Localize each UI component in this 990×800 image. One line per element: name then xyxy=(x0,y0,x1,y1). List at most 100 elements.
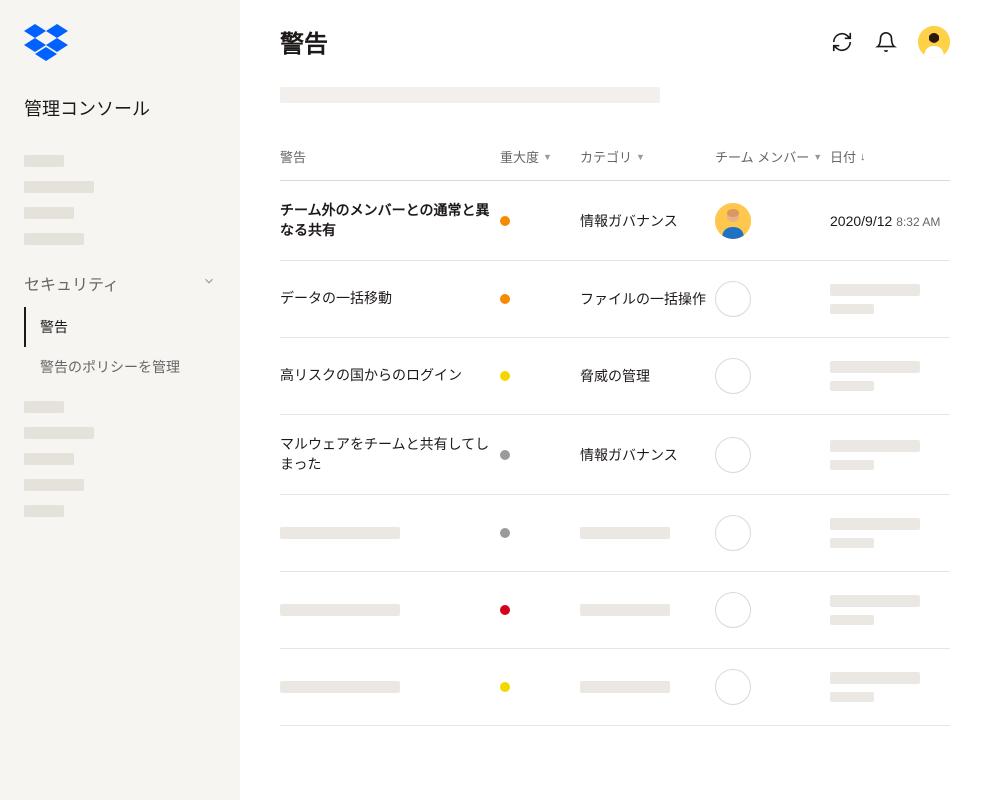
placeholder-block xyxy=(830,361,920,391)
placeholder-block xyxy=(830,518,920,548)
table-row[interactable] xyxy=(280,495,950,572)
sidebar: 管理コンソール セキュリティ 警告 警告のポリシーを管理 xyxy=(0,0,240,800)
member-avatar-empty xyxy=(715,592,751,628)
placeholder xyxy=(830,692,874,702)
main-content: 警告 xyxy=(240,0,990,800)
date-cell xyxy=(830,361,950,391)
sidebar-placeholder xyxy=(24,453,74,465)
column-header-member[interactable]: チーム メンバー ▼ xyxy=(715,147,830,166)
column-label: 重大度 xyxy=(500,147,539,166)
severity-dot-red xyxy=(500,605,510,615)
category-cell: ファイルの一括操作 xyxy=(580,289,715,309)
sidebar-placeholder xyxy=(24,427,94,439)
alert-cell: マルウェアをチームと共有してしまった xyxy=(280,435,500,474)
alert-cell xyxy=(280,681,500,693)
category-cell: 情報ガバナンス xyxy=(580,211,715,231)
member-cell xyxy=(715,437,830,473)
caret-down-icon: ▼ xyxy=(636,152,645,162)
sidebar-placeholder xyxy=(24,207,74,219)
alert-cell xyxy=(280,604,500,616)
category-cell xyxy=(580,527,715,539)
member-cell xyxy=(715,203,830,239)
member-avatar-empty xyxy=(715,669,751,705)
alert-cell xyxy=(280,527,500,539)
severity-dot-orange xyxy=(500,294,510,304)
placeholder xyxy=(830,538,874,548)
column-label: チーム メンバー xyxy=(715,147,809,166)
table-row[interactable]: チーム外のメンバーとの通常と異なる共有 情報ガバナンス 2020/9/128:32 … xyxy=(280,181,950,261)
date-cell xyxy=(830,518,950,548)
sidebar-item-manage-policies[interactable]: 警告のポリシーを管理 xyxy=(0,347,240,387)
member-avatar xyxy=(715,203,751,239)
member-avatar-empty xyxy=(715,437,751,473)
member-cell xyxy=(715,515,830,551)
placeholder xyxy=(580,604,670,616)
placeholder xyxy=(580,681,670,693)
member-avatar-empty xyxy=(715,515,751,551)
column-header-date[interactable]: 日付 ↓ xyxy=(830,147,950,166)
column-label: カテゴリ xyxy=(580,147,632,166)
avatar-icon xyxy=(918,26,950,58)
table-row[interactable] xyxy=(280,649,950,726)
placeholder xyxy=(830,440,920,452)
sort-down-icon: ↓ xyxy=(860,151,866,163)
severity-cell xyxy=(500,216,580,226)
user-avatar[interactable] xyxy=(918,26,950,58)
alert-cell: 高リスクの国からのログイン xyxy=(280,366,500,386)
alert-cell: データの一括移動 xyxy=(280,289,500,309)
placeholder xyxy=(830,381,874,391)
category-cell xyxy=(580,681,715,693)
sidebar-placeholder xyxy=(24,233,84,245)
sidebar-title: 管理コンソール xyxy=(0,87,240,141)
column-header-category[interactable]: カテゴリ ▼ xyxy=(580,147,715,166)
date-cell: 2020/9/128:32 AM xyxy=(830,213,950,229)
member-avatar-empty xyxy=(715,358,751,394)
category-text: 情報ガバナンス xyxy=(580,211,678,231)
column-header-severity[interactable]: 重大度 ▼ xyxy=(500,147,580,166)
severity-cell xyxy=(500,682,580,692)
severity-cell xyxy=(500,371,580,381)
dropbox-logo[interactable] xyxy=(0,24,240,87)
alert-cell: チーム外のメンバーとの通常と異なる共有 xyxy=(280,201,500,240)
placeholder xyxy=(830,518,920,530)
placeholder xyxy=(580,527,670,539)
table-header: 警告 重大度 ▼ カテゴリ ▼ チーム メンバー ▼ 日付 ↓ xyxy=(280,139,950,181)
placeholder xyxy=(830,672,920,684)
severity-cell xyxy=(500,605,580,615)
placeholder xyxy=(280,527,400,539)
table-row[interactable]: データの一括移動 ファイルの一括操作 xyxy=(280,261,950,338)
sidebar-placeholder xyxy=(24,401,64,413)
category-text: ファイルの一括操作 xyxy=(580,289,706,309)
member-cell xyxy=(715,358,830,394)
alert-title: チーム外のメンバーとの通常と異なる共有 xyxy=(280,201,500,240)
sidebar-section-security[interactable]: セキュリティ xyxy=(0,259,240,307)
page-title: 警告 xyxy=(280,24,328,59)
placeholder xyxy=(280,604,400,616)
placeholder xyxy=(280,681,400,693)
notifications-button[interactable] xyxy=(874,30,898,54)
sidebar-item-alerts[interactable]: 警告 xyxy=(24,307,240,347)
category-text: 脅威の管理 xyxy=(580,366,650,386)
placeholder xyxy=(830,615,874,625)
alert-title: マルウェアをチームと共有してしまった xyxy=(280,435,500,474)
sidebar-placeholder xyxy=(24,479,84,491)
sidebar-placeholder xyxy=(24,505,64,517)
category-cell xyxy=(580,604,715,616)
sync-icon xyxy=(831,31,853,53)
column-label: 日付 xyxy=(830,147,856,166)
severity-cell xyxy=(500,450,580,460)
severity-cell xyxy=(500,294,580,304)
category-text: 情報ガバナンス xyxy=(580,445,678,465)
placeholder xyxy=(830,595,920,607)
placeholder xyxy=(830,284,920,296)
table-row[interactable]: 高リスクの国からのログイン 脅威の管理 xyxy=(280,338,950,415)
column-header-alert[interactable]: 警告 xyxy=(280,147,500,166)
table-row[interactable] xyxy=(280,572,950,649)
sync-button[interactable] xyxy=(830,30,854,54)
dropbox-icon xyxy=(24,24,68,64)
alerts-table: 警告 重大度 ▼ カテゴリ ▼ チーム メンバー ▼ 日付 ↓ xyxy=(280,139,950,726)
severity-dot-gray xyxy=(500,450,510,460)
sidebar-item-label: 警告のポリシーを管理 xyxy=(40,359,180,375)
table-row[interactable]: マルウェアをチームと共有してしまった 情報ガバナンス xyxy=(280,415,950,495)
date-cell xyxy=(830,440,950,470)
